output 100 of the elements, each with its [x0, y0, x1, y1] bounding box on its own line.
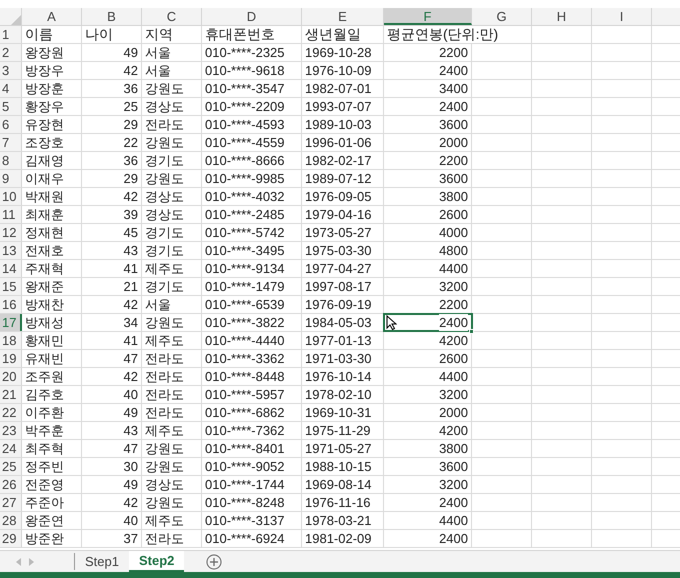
scroll-right-icon[interactable] [29, 558, 34, 566]
table-cell: 서울 [145, 62, 171, 79]
table-cell: 경기도 [145, 278, 184, 295]
table-cell: 방장우 [25, 62, 64, 79]
table-cell: 방장훈 [25, 80, 64, 97]
table-cell: 제주도 [145, 422, 184, 439]
row-number[interactable]: 29 [0, 530, 22, 547]
row-number[interactable]: 8 [0, 152, 22, 169]
row-number[interactable]: 9 [0, 170, 22, 187]
table-cell: 2400 [439, 314, 468, 331]
table-cell: 지역 [145, 26, 173, 43]
table-cell: 이주환 [25, 404, 64, 421]
column-header[interactable]: D [202, 8, 302, 25]
row-number[interactable]: 20 [0, 368, 22, 385]
table-cell: 전라도 [145, 116, 184, 133]
row-number[interactable]: 23 [0, 422, 22, 439]
table-cell: 왕재준 [25, 278, 64, 295]
table-cell: 전준영 [25, 476, 64, 493]
column-header[interactable]: I [592, 8, 652, 25]
column-header[interactable]: E [302, 8, 384, 25]
row-number[interactable]: 5 [0, 98, 22, 115]
table-cell: 나이 [85, 26, 113, 43]
column-header[interactable] [652, 8, 680, 25]
table-cell: 경기도 [145, 152, 184, 169]
table-cell: 방재찬 [25, 296, 64, 313]
table-cell: 최재훈 [25, 206, 64, 223]
row-number[interactable]: 7 [0, 134, 22, 151]
table-cell: 황장우 [25, 98, 64, 115]
row-number[interactable]: 4 [0, 80, 22, 97]
table-cell: 경상도 [145, 476, 184, 493]
row-number[interactable]: 19 [0, 350, 22, 367]
row-number[interactable]: 3 [0, 62, 22, 79]
table-cell: 박주훈 [25, 422, 64, 439]
table-cell: 전재호 [25, 242, 64, 259]
table-cell: 경상도 [145, 206, 184, 223]
row-number[interactable]: 1 [0, 26, 22, 43]
row-number[interactable]: 27 [0, 494, 22, 511]
scroll-left-icon[interactable] [16, 558, 21, 566]
row-number[interactable]: 16 [0, 296, 22, 313]
column-header[interactable]: G [472, 8, 532, 25]
row-number[interactable]: 24 [0, 440, 22, 457]
column-header[interactable]: C [142, 8, 202, 25]
table-cell: 경기도 [145, 224, 184, 241]
mouse-pointer-icon [386, 315, 397, 330]
row-number[interactable]: 2 [0, 44, 22, 61]
table-cell: 제주도 [145, 260, 184, 277]
row-number[interactable]: 15 [0, 278, 22, 295]
sheet-tab[interactable]: Step1 [75, 551, 129, 572]
table-cell: 전라도 [145, 368, 184, 385]
row-number[interactable]: 6 [0, 116, 22, 133]
table-cell: 전라도 [145, 386, 184, 403]
table-cell: 김주호 [25, 386, 64, 403]
table-cell: 조주원 [25, 368, 64, 385]
table-cell: 조장호 [25, 134, 64, 151]
row-number[interactable]: 28 [0, 512, 22, 529]
table-cell: 주재혁 [25, 260, 64, 277]
table-cell: 강원도 [145, 314, 184, 331]
table-cell: 경상도 [145, 98, 184, 115]
table-cell: 전라도 [145, 350, 184, 367]
add-sheet-icon[interactable] [206, 554, 222, 570]
table-cell: 왕준연 [25, 512, 64, 529]
column-header[interactable]: H [532, 8, 592, 25]
row-number[interactable]: 13 [0, 242, 22, 259]
table-cell: 강원도 [145, 170, 184, 187]
sheet-tab[interactable]: Step2 [128, 551, 184, 572]
table-cell: 제주도 [145, 512, 184, 529]
table-cell: 전라도 [145, 530, 184, 547]
row-number[interactable]: 14 [0, 260, 22, 277]
table-cell: 이름 [25, 26, 53, 43]
row-number[interactable]: 11 [0, 206, 22, 223]
table-cell: 유장현 [25, 116, 64, 133]
table-cell: 황재민 [25, 332, 64, 349]
table-cell: 휴대폰번호 [205, 26, 275, 43]
fill-handle[interactable] [469, 329, 474, 334]
column-header[interactable]: B [82, 8, 142, 25]
select-all-corner[interactable] [0, 8, 22, 25]
row-number[interactable]: 21 [0, 386, 22, 403]
table-cell: 유재빈 [25, 350, 64, 367]
table-cell: 최주혁 [25, 440, 64, 457]
table-cell: 방준완 [25, 530, 64, 547]
table-cell: 주준아 [25, 494, 64, 511]
table-cell: 정주빈 [25, 458, 64, 475]
row-number[interactable]: 17 [0, 314, 22, 331]
column-header[interactable]: F [384, 8, 472, 25]
table-cell: 강원도 [145, 494, 184, 511]
table-cell: 방재성 [25, 314, 64, 331]
row-number[interactable]: 25 [0, 458, 22, 475]
row-number[interactable]: 12 [0, 224, 22, 241]
row-number[interactable]: 10 [0, 188, 22, 205]
row-number[interactable]: 22 [0, 404, 22, 421]
table-cell: 강원도 [145, 440, 184, 457]
row-number[interactable]: 18 [0, 332, 22, 349]
table-cell: 경상도 [145, 188, 184, 205]
table-cell: 서울 [145, 44, 171, 61]
table-cell: 왕장원 [25, 44, 64, 61]
table-cell: 정재현 [25, 224, 64, 241]
column-header[interactable]: A [22, 8, 82, 25]
row-number[interactable]: 26 [0, 476, 22, 493]
table-cell: 박재원 [25, 188, 64, 205]
table-cell: 경기도 [145, 242, 184, 259]
